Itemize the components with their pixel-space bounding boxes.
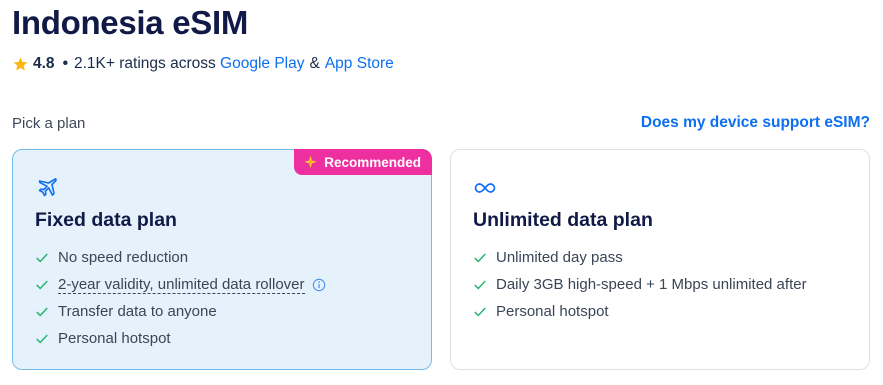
star-icon (13, 56, 28, 70)
feature-text: No speed reduction (58, 249, 189, 266)
check-icon (36, 307, 48, 316)
rating-value: 4.8 (33, 55, 55, 72)
separator-dot: • (62, 55, 68, 72)
feature-text: Personal hotspot (58, 330, 171, 347)
feature-text: Transfer data to anyone (58, 303, 217, 320)
feature-item: Transfer data to anyone (35, 298, 326, 325)
feature-item: Personal hotspot (35, 325, 326, 352)
device-support-link[interactable]: Does my device support eSIM? (641, 114, 870, 132)
feature-text: Personal hotspot (496, 303, 609, 320)
plan-title: Fixed data plan (35, 209, 177, 231)
check-icon (474, 253, 486, 262)
sparkle-icon (304, 155, 317, 168)
page-title: Indonesia eSIM (12, 4, 249, 41)
check-icon (474, 307, 486, 316)
google-play-link[interactable]: Google Play (220, 55, 304, 73)
feature-text-tooltip[interactable]: 2-year validity, unlimited data rollover (58, 276, 305, 294)
feature-list: Unlimited day pass Daily 3GB high-speed … (473, 244, 807, 325)
check-icon (36, 280, 48, 289)
info-icon[interactable] (312, 278, 326, 292)
check-icon (474, 280, 486, 289)
badge-label: Recommended (324, 154, 421, 170)
feature-list: No speed reduction 2-year validity, unli… (35, 244, 326, 352)
feature-item: Daily 3GB high-speed + 1 Mbps unlimited … (473, 271, 807, 298)
feature-text: Daily 3GB high-speed + 1 Mbps unlimited … (496, 276, 807, 293)
check-icon (36, 334, 48, 343)
recommended-badge: Recommended (294, 149, 432, 175)
pick-plan-label: Pick a plan (12, 115, 86, 132)
feature-item: No speed reduction (35, 244, 326, 271)
check-icon (36, 253, 48, 262)
feature-item: 2-year validity, unlimited data rollover (35, 271, 326, 298)
unlimited-plan-card[interactable]: Unlimited data plan Unlimited day pass D… (450, 149, 870, 370)
plan-title: Unlimited data plan (473, 209, 653, 231)
rating-row: 4.8 • 2.1K+ ratings across Google Play &… (12, 55, 394, 73)
feature-text: Unlimited day pass (496, 249, 623, 266)
fixed-plan-card[interactable]: Recommended Fixed data plan No speed red… (12, 149, 432, 370)
app-store-link[interactable]: App Store (325, 55, 394, 73)
ratings-text: 2.1K+ ratings across (74, 55, 216, 72)
feature-item: Personal hotspot (473, 298, 807, 325)
infinity-icon (474, 183, 496, 193)
feature-item: Unlimited day pass (473, 244, 807, 271)
ampersand: & (309, 55, 320, 72)
airplane-icon (38, 178, 57, 197)
